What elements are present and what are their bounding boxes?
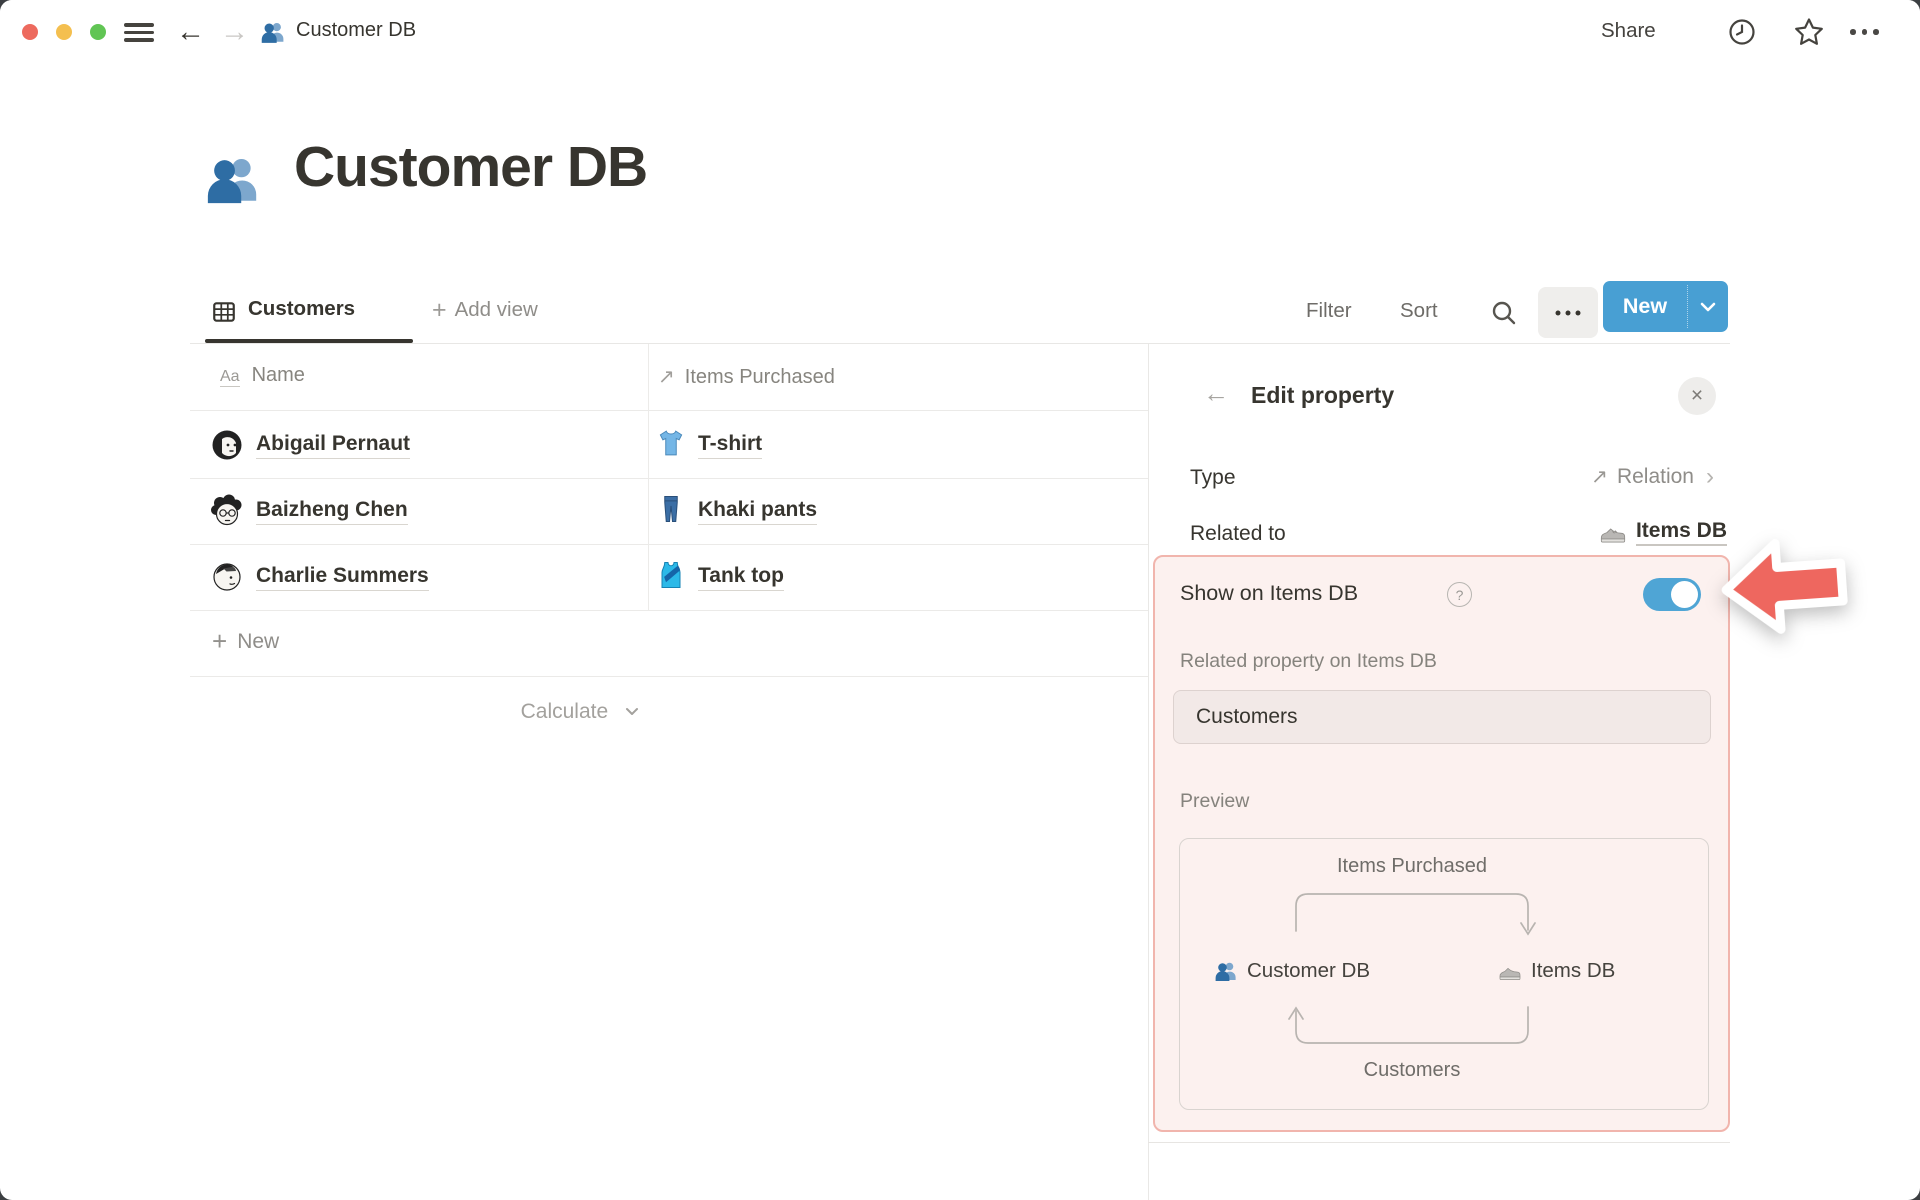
row-name-link[interactable]: Charlie Summers	[256, 564, 429, 591]
minimize-window-button[interactable]	[56, 24, 72, 40]
diagram-node-customer-db: Customer DB	[1214, 959, 1370, 983]
title-bar: ← → Customer DB Share	[0, 0, 1920, 64]
type-field-value[interactable]: ↗ Relation ›	[1480, 464, 1714, 489]
more-icon[interactable]	[1850, 29, 1879, 35]
people-icon	[1215, 962, 1236, 981]
jeans-icon	[656, 494, 686, 524]
row-name-link[interactable]: Baizheng Chen	[256, 498, 408, 525]
view-options-button[interactable]	[1538, 287, 1598, 338]
close-icon[interactable]: ×	[1678, 377, 1716, 415]
notion-window: ← → Customer DB Share Customer DB Custom…	[0, 0, 1920, 1200]
title-property-icon: Aa	[220, 368, 240, 387]
sort-button[interactable]: Sort	[1400, 299, 1438, 323]
column-header-items-purchased[interactable]: ↗ Items Purchased	[658, 364, 835, 389]
row-divider	[190, 610, 1148, 611]
sneaker-icon	[1499, 967, 1521, 980]
chevron-right-icon: ›	[1706, 462, 1714, 490]
close-window-button[interactable]	[22, 24, 38, 40]
forward-icon[interactable]: →	[220, 14, 249, 50]
plus-icon: +	[432, 296, 447, 324]
plus-icon: +	[212, 626, 228, 656]
diagram-node-items-db: Items DB	[1498, 959, 1615, 983]
chevron-down-icon	[626, 708, 638, 715]
toolbar-divider	[190, 343, 1730, 344]
panel-divider	[1148, 344, 1149, 1200]
more-icon	[1555, 310, 1581, 315]
row-divider	[190, 410, 1148, 411]
preview-label: Preview	[1180, 790, 1250, 812]
page-title[interactable]: Customer DB	[294, 134, 648, 200]
people-icon[interactable]	[204, 150, 262, 208]
toggle-knob	[1671, 581, 1698, 608]
relation-icon: ↗	[1591, 466, 1608, 488]
share-button[interactable]: Share	[1601, 19, 1656, 43]
section-divider	[1148, 1142, 1730, 1143]
tank-top-icon	[656, 560, 686, 590]
row-item-link[interactable]: T-shirt	[698, 432, 763, 459]
related-property-label: Related property on Items DB	[1180, 650, 1437, 672]
new-row-button[interactable]: + New	[212, 626, 279, 657]
sidebar-menu-icon[interactable]	[124, 23, 154, 42]
row-item-link[interactable]: Khaki pants	[698, 498, 818, 525]
preview-diagram: Items Purchased Customer DB Items DB Cus…	[1179, 838, 1709, 1110]
table-bottom-divider	[190, 676, 1148, 677]
sneaker-icon	[1600, 528, 1626, 543]
filter-button[interactable]: Filter	[1306, 299, 1352, 323]
avatar-man-curly-glasses-icon	[210, 494, 244, 528]
avatar-woman-bob-icon	[210, 428, 244, 462]
show-on-items-db-label: Show on Items DB	[1180, 581, 1359, 605]
chevron-down-icon[interactable]	[1697, 297, 1719, 317]
column-header-name[interactable]: Aa Name	[220, 364, 305, 387]
diagram-bottom-label: Customers	[1363, 1059, 1461, 1081]
type-field-label: Type	[1190, 466, 1236, 489]
panel-title: Edit property	[1251, 382, 1395, 408]
row-name-link[interactable]: Abigail Pernaut	[256, 432, 411, 459]
row-divider	[190, 478, 1148, 479]
tab-customers[interactable]: Customers	[248, 297, 355, 321]
column-divider	[648, 344, 649, 610]
row-divider	[190, 544, 1148, 545]
star-icon[interactable]	[1793, 16, 1825, 48]
related-to-field-value[interactable]: Items DB	[1480, 518, 1727, 546]
calculate-button[interactable]: Calculate	[190, 700, 642, 724]
annotation-arrow-icon	[1714, 526, 1853, 647]
related-to-field-label: Related to	[1190, 522, 1286, 545]
related-property-input[interactable]: Customers	[1173, 690, 1711, 744]
show-on-items-db-toggle[interactable]	[1643, 578, 1701, 611]
people-icon	[260, 19, 286, 45]
back-icon[interactable]: ←	[1203, 378, 1229, 409]
search-icon[interactable]	[1489, 298, 1519, 328]
add-view-button[interactable]: + Add view	[432, 296, 538, 325]
button-divider	[1687, 285, 1688, 328]
clock-icon[interactable]	[1727, 17, 1757, 47]
breadcrumb[interactable]: Customer DB	[296, 19, 416, 42]
zoom-window-button[interactable]	[90, 24, 106, 40]
row-item-link[interactable]: Tank top	[698, 564, 784, 591]
help-icon[interactable]: ?	[1447, 582, 1472, 607]
new-button[interactable]: New	[1603, 281, 1728, 332]
back-icon[interactable]: ←	[176, 14, 205, 50]
tshirt-icon	[656, 428, 686, 458]
avatar-person-sunglasses-icon	[210, 560, 244, 594]
table-view-icon	[211, 299, 237, 325]
relation-icon: ↗	[658, 366, 675, 388]
